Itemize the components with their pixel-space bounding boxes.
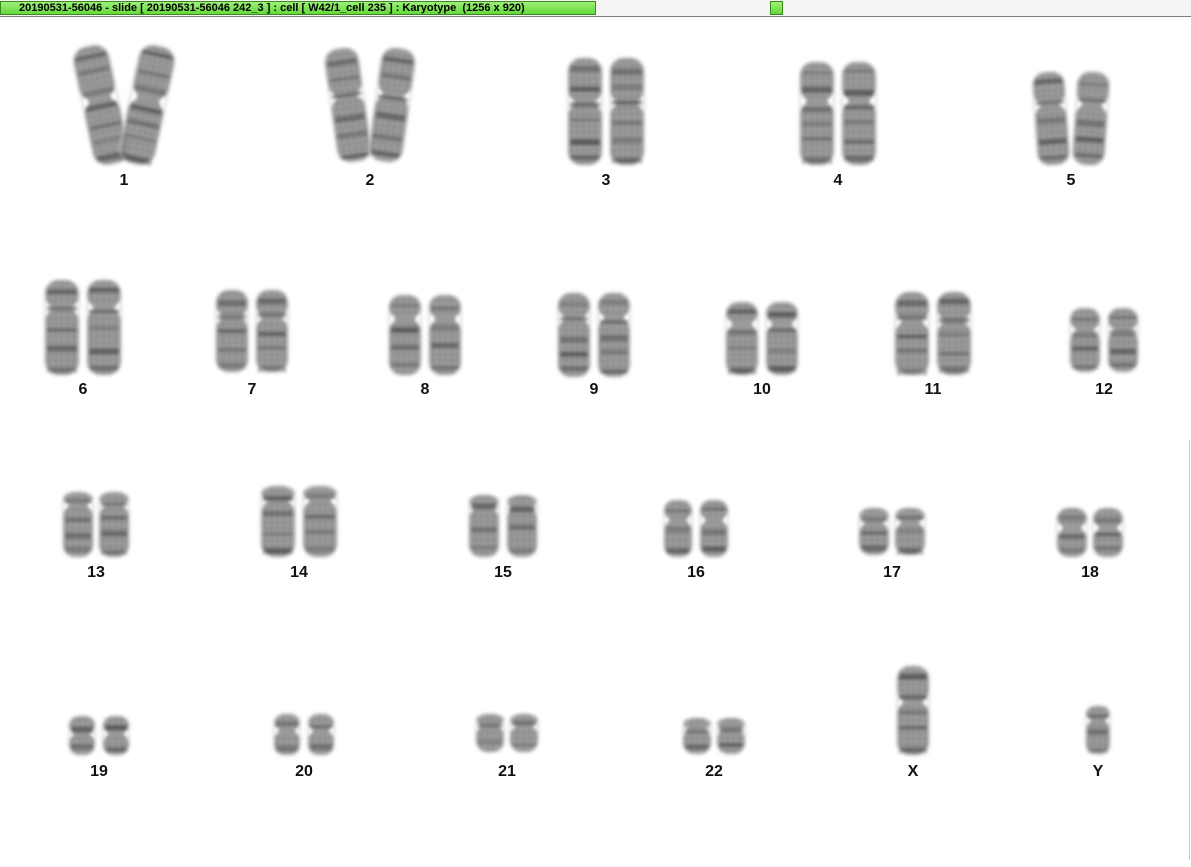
chromosome-12-a[interactable]: [1069, 307, 1101, 373]
chromosome-4-a[interactable]: [799, 61, 835, 166]
chromosome-18-a[interactable]: [1056, 507, 1088, 558]
chromosome-label-9: 9: [590, 381, 599, 398]
chromosome-19-b[interactable]: [102, 715, 130, 756]
chromosome-6-b[interactable]: [86, 279, 122, 376]
chromosome-15-b[interactable]: [506, 494, 538, 558]
chromosome-pair-10[interactable]: [725, 301, 799, 376]
chromosome-pair-14[interactable]: [260, 485, 338, 558]
window-title-tab[interactable]: 20190531-56046 - slide [ 20190531-56046 …: [0, 1, 596, 15]
chromosome-12-b[interactable]: [1107, 307, 1139, 373]
chromosome-11-a[interactable]: [894, 291, 930, 376]
chromosome-3-b[interactable]: [609, 57, 645, 166]
chromosome-label-X: X: [908, 763, 919, 780]
chromosome-label-2: 2: [366, 172, 375, 189]
chromosome-pair-9[interactable]: [557, 292, 631, 378]
chromosome-label-17: 17: [883, 564, 901, 581]
chromosome-label-11: 11: [925, 381, 942, 398]
chromosome-7-b[interactable]: [255, 289, 289, 373]
chromosome-17-b[interactable]: [894, 507, 926, 556]
chromosome-16-a[interactable]: [663, 499, 693, 558]
chromosome-pair-17[interactable]: [858, 507, 926, 556]
chromosome-label-Y: Y: [1093, 763, 1104, 780]
chromosome-label-7: 7: [248, 381, 257, 398]
chromosome-label-1: 1: [120, 172, 129, 189]
chromosome-Y[interactable]: [1085, 705, 1111, 755]
chromosome-22-b[interactable]: [716, 717, 746, 755]
chromosome-label-22: 22: [705, 763, 723, 780]
chromosome-label-19: 19: [90, 763, 108, 780]
chromosome-label-12: 12: [1095, 381, 1113, 398]
chromosome-pair-12[interactable]: [1069, 307, 1139, 373]
chromosome-7-a[interactable]: [215, 289, 249, 373]
karyogram-canvas: 1 2 3 4 56 7 8 9 10 11 1213 14 15 16 17 1819 20 21 22 X Y: [44, 43, 1139, 780]
chromosome-label-13: 13: [87, 564, 105, 581]
chromosome-14-b[interactable]: [302, 485, 338, 558]
chromosome-pair-21[interactable]: [475, 713, 539, 753]
chromosome-label-6: 6: [79, 381, 88, 398]
chromosome-8-a[interactable]: [388, 294, 422, 376]
chromosome-9-b[interactable]: [597, 292, 631, 378]
chromosome-pair-11[interactable]: [894, 291, 972, 376]
chromosome-19-a[interactable]: [68, 715, 96, 756]
chromosome-label-3: 3: [602, 172, 611, 189]
chromosome-pair-19[interactable]: [68, 715, 130, 756]
title-bar: 20190531-56046 - slide [ 20190531-56046 …: [0, 0, 1191, 17]
chromosome-1-b[interactable]: [117, 43, 177, 168]
chromosome-2-b[interactable]: [367, 46, 417, 164]
chromosome-pair-20[interactable]: [273, 713, 335, 756]
chromosome-5-b[interactable]: [1071, 70, 1111, 167]
chromosome-pair-2[interactable]: [323, 46, 417, 164]
chromosome-17-a[interactable]: [858, 507, 890, 556]
chromosome-pair-16[interactable]: [663, 499, 729, 558]
chromosome-20-a[interactable]: [273, 713, 301, 756]
chromosome-pair-6[interactable]: [44, 279, 122, 376]
chromosome-pair-1[interactable]: [71, 43, 177, 168]
chromosome-label-14: 14: [290, 564, 308, 581]
chromosome-pair-7[interactable]: [215, 289, 289, 373]
chromosome-16-b[interactable]: [699, 499, 729, 558]
chromosome-pair-8[interactable]: [388, 294, 462, 376]
chromosome-pair-15[interactable]: [468, 494, 538, 558]
chromosome-5-a[interactable]: [1031, 70, 1071, 167]
chromosome-X[interactable]: [896, 665, 930, 756]
chromosome-label-4: 4: [834, 172, 843, 189]
chromosome-label-20: 20: [295, 763, 313, 780]
chromosome-label-8: 8: [421, 381, 430, 398]
chromosome-pair-13[interactable]: [62, 491, 130, 558]
chromosome-label-5: 5: [1067, 172, 1076, 189]
chromosome-label-21: 21: [498, 763, 516, 780]
chromosome-20-b[interactable]: [307, 713, 335, 756]
chromosome-11-b[interactable]: [936, 291, 972, 376]
chromosome-15-a[interactable]: [468, 494, 500, 558]
chromosome-9-a[interactable]: [557, 292, 591, 378]
chromosome-pair-3[interactable]: [567, 57, 645, 166]
chromosome-6-a[interactable]: [44, 279, 80, 376]
chromosome-label-15: 15: [494, 564, 512, 581]
chromosome-2-a[interactable]: [323, 46, 373, 164]
chromosome-22-a[interactable]: [682, 717, 712, 755]
chromosome-13-b[interactable]: [98, 491, 130, 558]
karyogram-panel: 1 2 3 4 5 6 7 8 9 10 11 12 13 14 15 16 17 18 19 20 21 22 X Y: [0, 17, 1191, 867]
chromosome-21-b[interactable]: [509, 713, 539, 753]
chromosome-pair-18[interactable]: [1056, 507, 1124, 558]
chromosome-3-a[interactable]: [567, 57, 603, 166]
chromosome-18-b[interactable]: [1092, 507, 1124, 558]
chromosome-10-b[interactable]: [765, 301, 799, 376]
chromosome-pair-Y[interactable]: [1085, 705, 1111, 755]
chromosome-label-10: 10: [753, 381, 771, 398]
chromosome-pair-22[interactable]: [682, 717, 746, 755]
chromosome-pair-X[interactable]: [896, 665, 930, 756]
chromosome-14-a[interactable]: [260, 485, 296, 558]
chromosome-label-18: 18: [1081, 564, 1099, 581]
chromosome-pair-4[interactable]: [799, 61, 877, 166]
chromosome-21-a[interactable]: [475, 713, 505, 753]
chromosome-label-16: 16: [687, 564, 705, 581]
chromosome-4-b[interactable]: [841, 61, 877, 166]
scroll-handle[interactable]: [770, 1, 783, 15]
chromosome-8-b[interactable]: [428, 294, 462, 376]
chromosome-10-a[interactable]: [725, 301, 759, 376]
chromosome-13-a[interactable]: [62, 491, 94, 558]
chromosome-pair-5[interactable]: [1031, 70, 1111, 167]
